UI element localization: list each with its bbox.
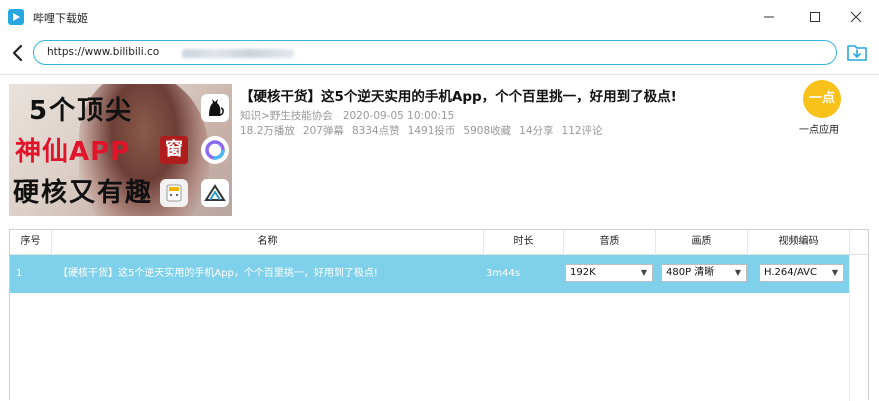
video-quality-value: 480P 清晰: [666, 267, 715, 278]
video-category: 知识>野生技能协会: [240, 110, 333, 122]
stat-coins: 1491投币: [407, 125, 456, 137]
quick-app-icon: 一点: [808, 91, 835, 106]
header-video-codec[interactable]: 视频编码: [748, 230, 850, 254]
download-button[interactable]: [846, 41, 868, 63]
url-input[interactable]: https://www.bilibili.co: [33, 40, 837, 65]
video-title: 【硬核干货】这5个逆天实用的手机App，个个百里挑一，好用到了极点!: [240, 89, 677, 105]
stat-likes: 8334点赞: [351, 125, 400, 137]
app-logo-icon: [8, 9, 24, 25]
header-audio-quality[interactable]: 音质: [564, 230, 656, 254]
ring-app-icon: [201, 136, 229, 164]
audio-quality-select[interactable]: 192K ▼: [565, 264, 653, 282]
row-name: 【硬核干货】这5个逆天实用的手机App，个个百里挑一，好用到了极点!: [58, 268, 378, 279]
table-row[interactable]: 1 【硬核干货】这5个逆天实用的手机App，个个百里挑一，好用到了极点! 3m4…: [10, 255, 868, 293]
video-codec-value: H.264/AVC: [764, 267, 818, 278]
table-scrollbar[interactable]: [849, 255, 868, 401]
video-thumbnail: 5个顶尖 神仙APP 硬核又有趣 窗: [9, 84, 232, 216]
close-button[interactable]: [833, 0, 879, 34]
download-table: 序号 名称 时长 音质 画质 视频编码 1 【硬核干货】这5个逆天实用的手机Ap…: [9, 229, 869, 401]
stat-comments: 112评论: [561, 125, 603, 137]
window-app-icon: 窗: [160, 136, 188, 164]
thumbnail-text-line1: 5个顶尖: [29, 96, 134, 126]
video-quality-select[interactable]: 480P 清晰 ▼: [661, 264, 747, 282]
quick-app-label: 一点应用: [799, 125, 839, 136]
table-header: 序号 名称 时长 音质 画质 视频编码: [10, 230, 868, 255]
minimize-button[interactable]: [746, 0, 792, 34]
header-video-quality[interactable]: 画质: [656, 230, 748, 254]
quick-app-button[interactable]: 一点: [803, 80, 841, 118]
header-divider: [0, 74, 879, 75]
header-index[interactable]: 序号: [10, 230, 52, 254]
url-text: https://www.bilibili.co: [47, 46, 160, 58]
url-redacted-part: [182, 49, 294, 58]
download-folder-icon: [847, 45, 867, 61]
chevron-down-icon: ▼: [734, 268, 741, 277]
header-name[interactable]: 名称: [52, 230, 484, 254]
row-duration: 3m44s: [486, 268, 521, 279]
maximize-button[interactable]: [792, 0, 838, 34]
video-stats: 18.2万播放 207弹幕 8334点赞 1491投币 5908收藏 14分享 112评论: [240, 123, 611, 138]
back-button[interactable]: [9, 43, 27, 63]
stat-shares: 14分享: [519, 125, 554, 137]
stat-danmaku: 207弹幕: [302, 125, 344, 137]
title-bar: 哔哩下载姬: [0, 0, 879, 34]
thumbnail-text-line2: 神仙APP: [15, 137, 131, 167]
mountain-app-icon: [201, 179, 229, 207]
chevron-down-icon: ▼: [831, 268, 838, 277]
window-title: 哔哩下载姬: [33, 12, 88, 25]
video-codec-select[interactable]: H.264/AVC ▼: [759, 264, 844, 282]
chevron-down-icon: ▼: [640, 268, 647, 277]
video-meta: 知识>野生技能协会 2020-09-05 10:00:15: [240, 108, 464, 123]
stat-favorites: 5908收藏: [463, 125, 512, 137]
stat-views: 18.2万播放: [240, 125, 295, 137]
audio-quality-value: 192K: [570, 267, 596, 278]
calculator-app-icon: [160, 179, 188, 207]
cat-app-icon: [201, 94, 229, 122]
header-duration[interactable]: 时长: [484, 230, 564, 254]
video-date: 2020-09-05 10:00:15: [342, 110, 455, 122]
thumbnail-text-line3: 硬核又有趣: [13, 178, 154, 208]
chevron-left-icon: [12, 44, 23, 62]
row-index: 1: [16, 268, 23, 279]
